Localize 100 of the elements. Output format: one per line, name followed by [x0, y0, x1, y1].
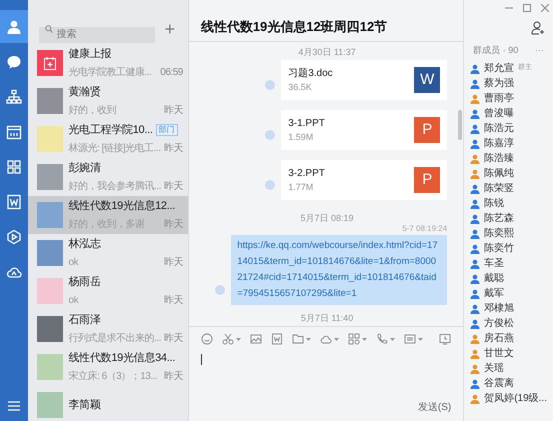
member-name[interactable]: 车圣 — [484, 256, 504, 271]
cloud-icon[interactable] — [320, 333, 332, 345]
chat-list-item[interactable]: 健康上报 光电学院教工健康... 06:59 — [28, 44, 188, 82]
photo-placeholder — [36, 278, 63, 304]
photo-placeholder — [36, 392, 63, 418]
member-name[interactable]: 邓棣旭 — [484, 301, 514, 316]
member-name[interactable]: 陈嘉淳 — [484, 136, 514, 151]
play-icon — [6, 228, 22, 244]
member-name[interactable]: 陈奕熙 — [484, 226, 514, 241]
photo-placeholder — [36, 354, 63, 380]
scrollbar[interactable] — [458, 110, 462, 140]
photo-placeholder — [36, 164, 63, 190]
caret-icon[interactable] — [390, 338, 395, 340]
file-type-icon: P — [414, 167, 440, 193]
document-icon — [6, 194, 22, 210]
chat-list-item[interactable]: 石雨泽 行列式是求不出来的... 昨天 — [28, 310, 188, 348]
member-name[interactable]: 陈锐 — [484, 196, 504, 211]
file-name: 3-2.PPT — [288, 166, 325, 181]
file-type-icon: W — [414, 67, 440, 93]
avatar-icon — [265, 180, 276, 190]
member-name[interactable]: 陈艺森 — [484, 211, 514, 226]
member-name[interactable]: 郑允宣 — [484, 61, 514, 76]
search-field[interactable]: 搜索 — [38, 26, 155, 42]
photo-placeholder — [36, 316, 63, 342]
message-preview: 光电学院教工健康... — [68, 66, 152, 80]
message-time: 昨天 — [164, 104, 183, 118]
message-time: 昨天 — [164, 218, 183, 232]
caret-icon[interactable] — [334, 338, 339, 340]
message-time: 昨天 — [164, 370, 183, 384]
contact-name: 光电工程学院10... — [68, 122, 153, 138]
calendar-icon — [6, 124, 22, 140]
member-name[interactable]: 陈佩纯 — [484, 166, 514, 181]
caret-icon[interactable] — [306, 338, 311, 340]
apps-icon[interactable] — [348, 333, 360, 345]
chat-bubble-icon — [6, 54, 22, 70]
file-size: 1.59M — [288, 130, 314, 144]
file-card[interactable]: 3-1.PPT 1.59M P — [281, 110, 448, 150]
file-name: 习题3.doc — [288, 66, 333, 81]
member-name[interactable]: 贺凤婷(19级... — [484, 391, 547, 406]
emoji-icon[interactable] — [200, 333, 213, 345]
member-name[interactable]: 房石燕 — [484, 331, 514, 346]
member-name[interactable]: 曾浚曝 — [484, 106, 514, 121]
avatar-icon — [265, 130, 276, 140]
member-name[interactable]: 戴军 — [484, 286, 504, 301]
caret-icon[interactable] — [236, 338, 241, 340]
photo-placeholder — [36, 88, 63, 114]
member-name[interactable]: 方俊松 — [484, 316, 514, 331]
image-icon[interactable] — [250, 333, 262, 345]
screen-icon[interactable] — [404, 333, 416, 345]
search-icon — [44, 25, 53, 33]
file-card[interactable]: 3-2.PPT 1.77M P — [281, 160, 448, 200]
history-icon[interactable] — [439, 333, 452, 345]
message-preview: 宋立床: 6（3）；13... — [68, 370, 158, 384]
contact-name: 彭婉清 — [68, 160, 101, 176]
chat-list-item[interactable]: 李简颖 — [28, 386, 188, 421]
contact-name: 线性代数19光信息12... — [68, 198, 175, 214]
message-preview: 好的，我会参考腾讯... — [68, 180, 161, 194]
chat-list-item[interactable]: 光电工程学院10... 部门 林源光: [链接]光电工... 昨天 — [28, 120, 188, 158]
close-icon[interactable] — [541, 4, 549, 12]
org-chart-icon — [6, 88, 22, 104]
chat-list-item[interactable]: 杨雨岳 ok 昨天 — [28, 272, 188, 310]
member-name[interactable]: 谷震离 — [484, 376, 514, 391]
contact-name: 李简颖 — [68, 398, 101, 413]
caret-icon[interactable] — [362, 338, 367, 340]
message-time: 昨天 — [164, 294, 183, 308]
caret-icon[interactable] — [418, 338, 423, 340]
add-member-icon[interactable] — [531, 21, 545, 35]
member-name[interactable]: 陈浩臻 — [484, 151, 514, 166]
person-icon — [6, 18, 22, 34]
photo-placeholder — [36, 126, 63, 152]
chat-list-item[interactable]: 林泓志 ok 昨天 — [28, 234, 188, 272]
chat-list-item[interactable]: 线性代数19光信息34... 宋立床: 6（3）；13... 昨天 — [28, 348, 188, 386]
file-card[interactable]: 习题3.doc 36.5K W — [281, 60, 448, 100]
phone-icon[interactable] — [376, 333, 388, 345]
photo-placeholder — [36, 202, 63, 228]
scissors-icon[interactable] — [222, 333, 234, 345]
chat-list-item[interactable]: 黄瀚贤 好的，收到 昨天 — [28, 82, 188, 120]
member-name[interactable]: 戴聪 — [484, 271, 504, 286]
link-message[interactable]: https://ke.qq.com/webcourse/index.html?cid=1714015&term_id=101814676&lite=1&from=800021724#cid=1714015&term_id=101814676&taid=7954515657107295&lite=1 — [231, 235, 448, 305]
timestamp: 4月30日 11:37 — [297, 46, 357, 59]
member-name[interactable]: 陈奕竹 — [484, 241, 514, 256]
member-name[interactable]: 陈荣竖 — [484, 181, 514, 196]
message-preview: ok — [68, 256, 78, 270]
member-name[interactable]: 蔡为强 — [484, 76, 514, 91]
member-name[interactable]: 曹雨亭 — [484, 91, 514, 106]
message-preview: 林源光: [链接]光电工... — [68, 142, 160, 156]
add-button[interactable]: + — [162, 20, 177, 38]
member-name[interactable]: 关瑶 — [484, 361, 504, 376]
member-name[interactable]: 甘世文 — [484, 346, 514, 361]
menu-icon[interactable] — [8, 401, 20, 411]
folder-icon[interactable] — [292, 333, 304, 345]
maximize-icon[interactable] — [523, 4, 531, 12]
file-name: 3-1.PPT — [288, 116, 325, 131]
send-button[interactable]: 发送(S) — [418, 400, 452, 415]
contact-name: 杨雨岳 — [68, 274, 101, 290]
word-doc-icon[interactable] — [270, 333, 283, 345]
message-preview: 行列式是求不出来的... — [68, 332, 161, 346]
avatar-icon — [265, 80, 276, 90]
member-name[interactable]: 陈浩元 — [484, 121, 514, 136]
chat-list-item[interactable]: 彭婉清 好的，我会参考腾讯... 昨天 — [28, 158, 188, 196]
